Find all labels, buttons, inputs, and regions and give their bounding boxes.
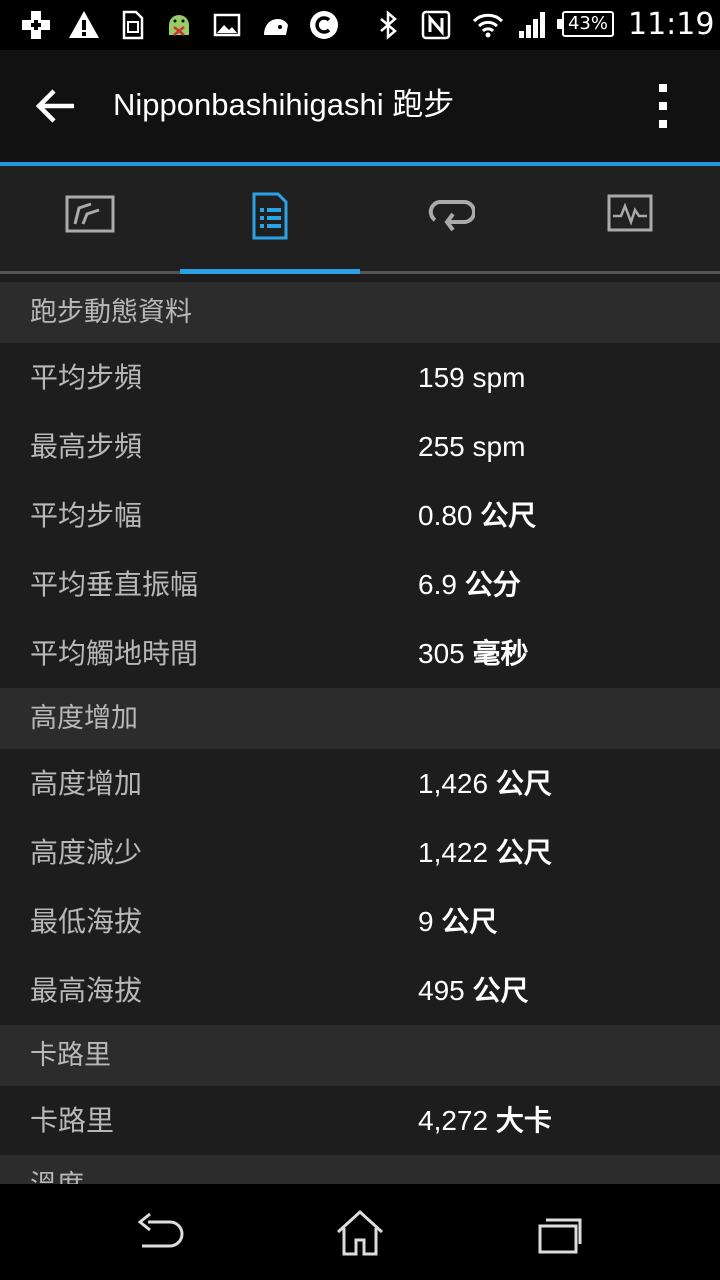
stat-value: 4,272 大卡 [418,1105,552,1136]
section-header-temperature: 溫度 [0,1155,720,1184]
tab-baseline [0,271,720,274]
stat-label: 平均步頻 [30,362,143,393]
bluetooth-icon [380,10,397,40]
c-app-icon [310,11,338,39]
navigation-bar [0,1184,720,1280]
section-header-elevation: 高度增加 [0,688,720,749]
stat-label: 高度減少 [30,837,143,868]
stat-label: 平均垂直振幅 [30,569,199,600]
stat-value: 159 spm [418,362,526,393]
list-item: 高度增加 1,426 公尺 [0,749,720,818]
active-tab-indicator [180,269,360,274]
stat-label: 最高海拔 [30,975,143,1006]
back-arrow-icon[interactable] [30,84,80,128]
list-item: 平均垂直振幅 6.9 公分 [0,550,720,619]
details-list[interactable]: 跑步動態資料 平均步頻 159 spm 最高步頻 255 spm 平均步幅 0.… [0,282,720,1184]
nav-recents-icon[interactable] [530,1208,590,1258]
stat-value: 0.80 公尺 [418,500,537,531]
stat-value: 305 毫秒 [418,638,529,669]
stat-label: 最低海拔 [30,906,143,937]
stat-value: 1,422 公尺 [418,837,552,868]
list-item: 高度減少 1,422 公尺 [0,818,720,887]
nav-back-icon[interactable] [130,1208,190,1258]
page-title: Nipponbashihigashi 跑步 [113,87,455,122]
tab-details[interactable] [180,166,360,274]
stat-value: 9 公尺 [418,906,498,937]
list-item: 平均步幅 0.80 公尺 [0,481,720,550]
list-item: 卡路里 4,272 大卡 [0,1086,720,1155]
wifi-icon [472,13,504,38]
stat-label: 高度增加 [30,768,143,799]
map-icon [65,195,115,233]
activity-chart-icon [607,194,653,232]
android-debug-icon [169,15,189,36]
overflow-menu-icon[interactable] [646,80,680,132]
tab-bar [0,166,720,274]
section-header-running-dynamics: 跑步動態資料 [0,282,720,343]
laps-loop-icon [428,199,475,232]
stat-value: 1,426 公尺 [418,768,552,799]
sim-card-icon [122,10,144,40]
stat-label: 平均觸地時間 [30,638,199,669]
stat-label: 平均步幅 [30,500,143,531]
image-icon [213,13,241,37]
warning-icon [69,11,99,38]
status-bar: 43% 11:19 [0,0,720,50]
nfc-icon [421,10,451,40]
stat-value: 495 公尺 [418,975,529,1006]
app-mascot-icon [264,19,288,35]
list-item: 最高步頻 255 spm [0,412,720,481]
stat-value: 255 spm [418,431,526,462]
nav-home-icon[interactable] [330,1208,390,1258]
tab-map[interactable] [0,166,180,274]
list-item: 最高海拔 495 公尺 [0,956,720,1025]
battery-indicator: 43% [557,11,614,37]
medical-cross-icon [22,11,50,39]
tab-laps[interactable] [360,166,540,274]
cell-signal-icon [519,12,545,38]
stat-label: 卡路里 [30,1105,115,1136]
list-item: 最低海拔 9 公尺 [0,887,720,956]
stat-label: 最高步頻 [30,431,143,462]
section-header-calories: 卡路里 [0,1025,720,1086]
tab-charts[interactable] [540,166,720,274]
clock: 11:19 [628,7,715,42]
list-item: 平均步頻 159 spm [0,343,720,412]
details-list-icon [252,192,288,240]
action-bar: Nipponbashihigashi 跑步 [0,50,720,166]
stat-value: 6.9 公分 [418,569,521,600]
list-item: 平均觸地時間 305 毫秒 [0,619,720,688]
